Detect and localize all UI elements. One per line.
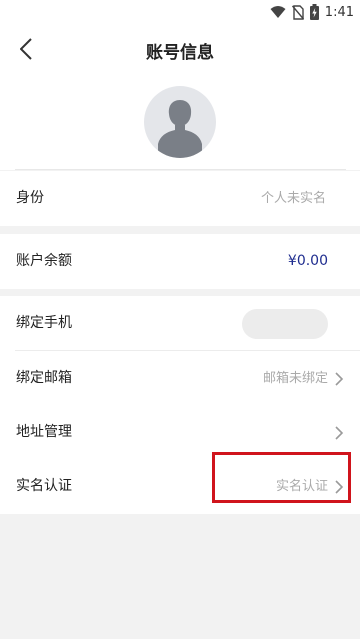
- identity-value: 个人未实名: [260, 191, 326, 206]
- chevron-right-icon: [335, 426, 344, 440]
- bind-email-value: 邮箱未绑定: [262, 371, 328, 386]
- bind-phone-label: 绑定手机: [16, 315, 72, 331]
- identity-label: 身份: [16, 190, 44, 206]
- bind-email-label: 绑定邮箱: [16, 370, 72, 386]
- user-silhouette-icon: [158, 100, 202, 158]
- battery-charging-icon: [309, 4, 319, 20]
- wifi-icon: [270, 6, 286, 18]
- bind-email-row[interactable]: 绑定邮箱 邮箱未绑定: [0, 351, 360, 406]
- status-bar: 1:41: [0, 0, 360, 24]
- divider: [15, 169, 346, 170]
- chevron-right-icon: [335, 372, 344, 386]
- app-header: 账号信息: [0, 24, 360, 74]
- bind-phone-row[interactable]: 绑定手机: [0, 296, 360, 351]
- no-sim-icon: [291, 4, 304, 20]
- avatar-section: [0, 74, 360, 170]
- phone-number-redacted: [242, 309, 328, 339]
- address-management-label: 地址管理: [16, 424, 72, 440]
- identity-row: 身份 个人未实名: [0, 171, 360, 226]
- balance-row[interactable]: 账户余额 ¥0.00: [0, 234, 360, 289]
- status-icons: 1:41: [270, 3, 354, 21]
- balance-value: ¥0.00: [287, 253, 328, 269]
- realname-verification-label: 实名认证: [16, 478, 72, 494]
- page-title: 账号信息: [146, 43, 214, 63]
- highlight-box: [212, 452, 351, 503]
- balance-label: 账户余额: [16, 253, 72, 269]
- status-time: 1:41: [324, 4, 354, 20]
- avatar[interactable]: [144, 86, 216, 158]
